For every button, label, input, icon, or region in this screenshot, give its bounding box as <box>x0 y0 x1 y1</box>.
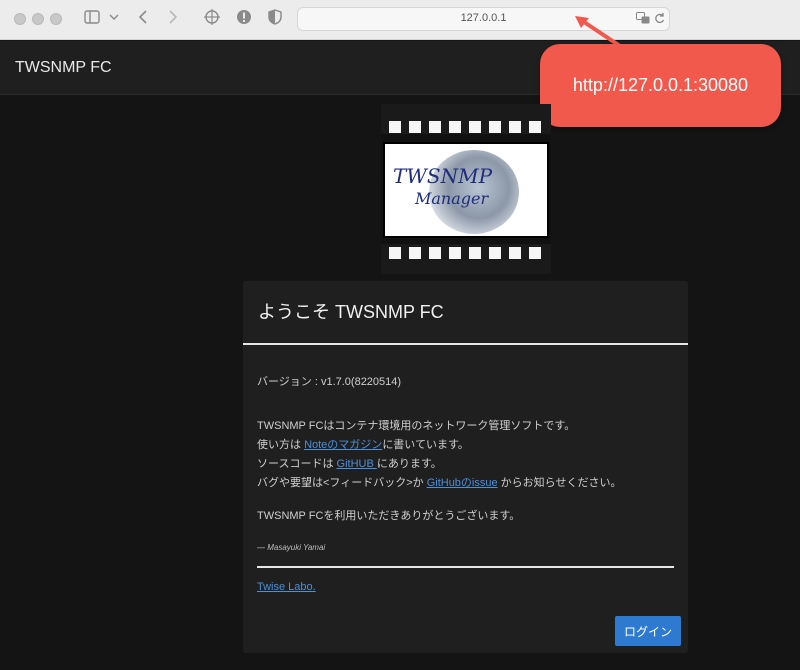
thanks-text: TWSNMP FCを利用いただきありがとうございます。 <box>257 510 521 522</box>
version-text: バージョン : v1.7.0(8220514) <box>257 376 402 388</box>
login-button[interactable]: ログイン <box>615 616 681 646</box>
annotation-text: http://127.0.0.1:30080 <box>572 75 749 95</box>
warning-icon[interactable] <box>235 9 253 29</box>
zoom-window-dot[interactable] <box>50 13 62 25</box>
logo-text-line1: TWSNMP <box>393 164 493 188</box>
description-text: TWSNMP FCはコンテナ環境用のネットワーク管理ソフトです。 <box>257 420 576 432</box>
url-annotation-callout: http://127.0.0.1:30080 <box>540 44 781 127</box>
source-suffix: にあります。 <box>376 458 442 470</box>
minimize-window-dot[interactable] <box>32 13 44 25</box>
note-magazine-link[interactable]: Noteのマガジン <box>304 439 382 451</box>
reload-icon[interactable] <box>654 12 665 27</box>
source-prefix: ソースコードは <box>257 458 337 470</box>
film-strip-bottom <box>381 244 551 274</box>
browser-toolbar: 127.0.0.1 <box>0 0 800 40</box>
logo-text-line2: Manager <box>415 189 489 208</box>
signature-divider <box>257 566 674 568</box>
feedback-prefix: バグや要望は<フィードバック>か <box>257 477 427 489</box>
card-title: ようこそ TWSNMP FC <box>258 302 444 322</box>
chevron-down-icon[interactable] <box>108 9 120 29</box>
shield-icon[interactable] <box>266 9 284 29</box>
source-line: ソースコードは GitHUB にあります。 <box>257 455 442 471</box>
usage-prefix: 使い方は <box>257 439 305 451</box>
forward-icon[interactable] <box>165 9 181 29</box>
github-link[interactable]: GitHUB <box>337 458 377 470</box>
signature: — Masayuki Yamai <box>257 543 326 552</box>
welcome-card: ようこそ TWSNMP FC バージョン : v1.7.0(8220514) T… <box>243 281 688 653</box>
back-icon[interactable] <box>135 9 151 29</box>
close-window-dot[interactable] <box>14 13 26 25</box>
app-title: TWSNMP FC <box>15 59 112 76</box>
privacy-report-icon[interactable] <box>203 9 221 29</box>
logo-image-area: TWSNMP Manager <box>383 142 549 238</box>
github-issue-link[interactable]: GitHubのissue <box>427 477 498 489</box>
usage-line: 使い方は Noteのマガジンに書いています。 <box>257 436 469 452</box>
twise-labo-link[interactable]: Twise Labo. <box>257 581 316 593</box>
usage-suffix: に書いています。 <box>382 439 469 451</box>
sidebar-toggle-icon[interactable] <box>83 9 101 29</box>
film-strip-top <box>381 104 551 134</box>
title-divider <box>243 343 688 345</box>
feedback-line: バグや要望は<フィードバック>か GitHubのissue からお知らせください… <box>257 474 621 490</box>
twsnmp-logo: TWSNMP Manager <box>381 104 551 274</box>
feedback-suffix: からお知らせください。 <box>497 477 622 489</box>
